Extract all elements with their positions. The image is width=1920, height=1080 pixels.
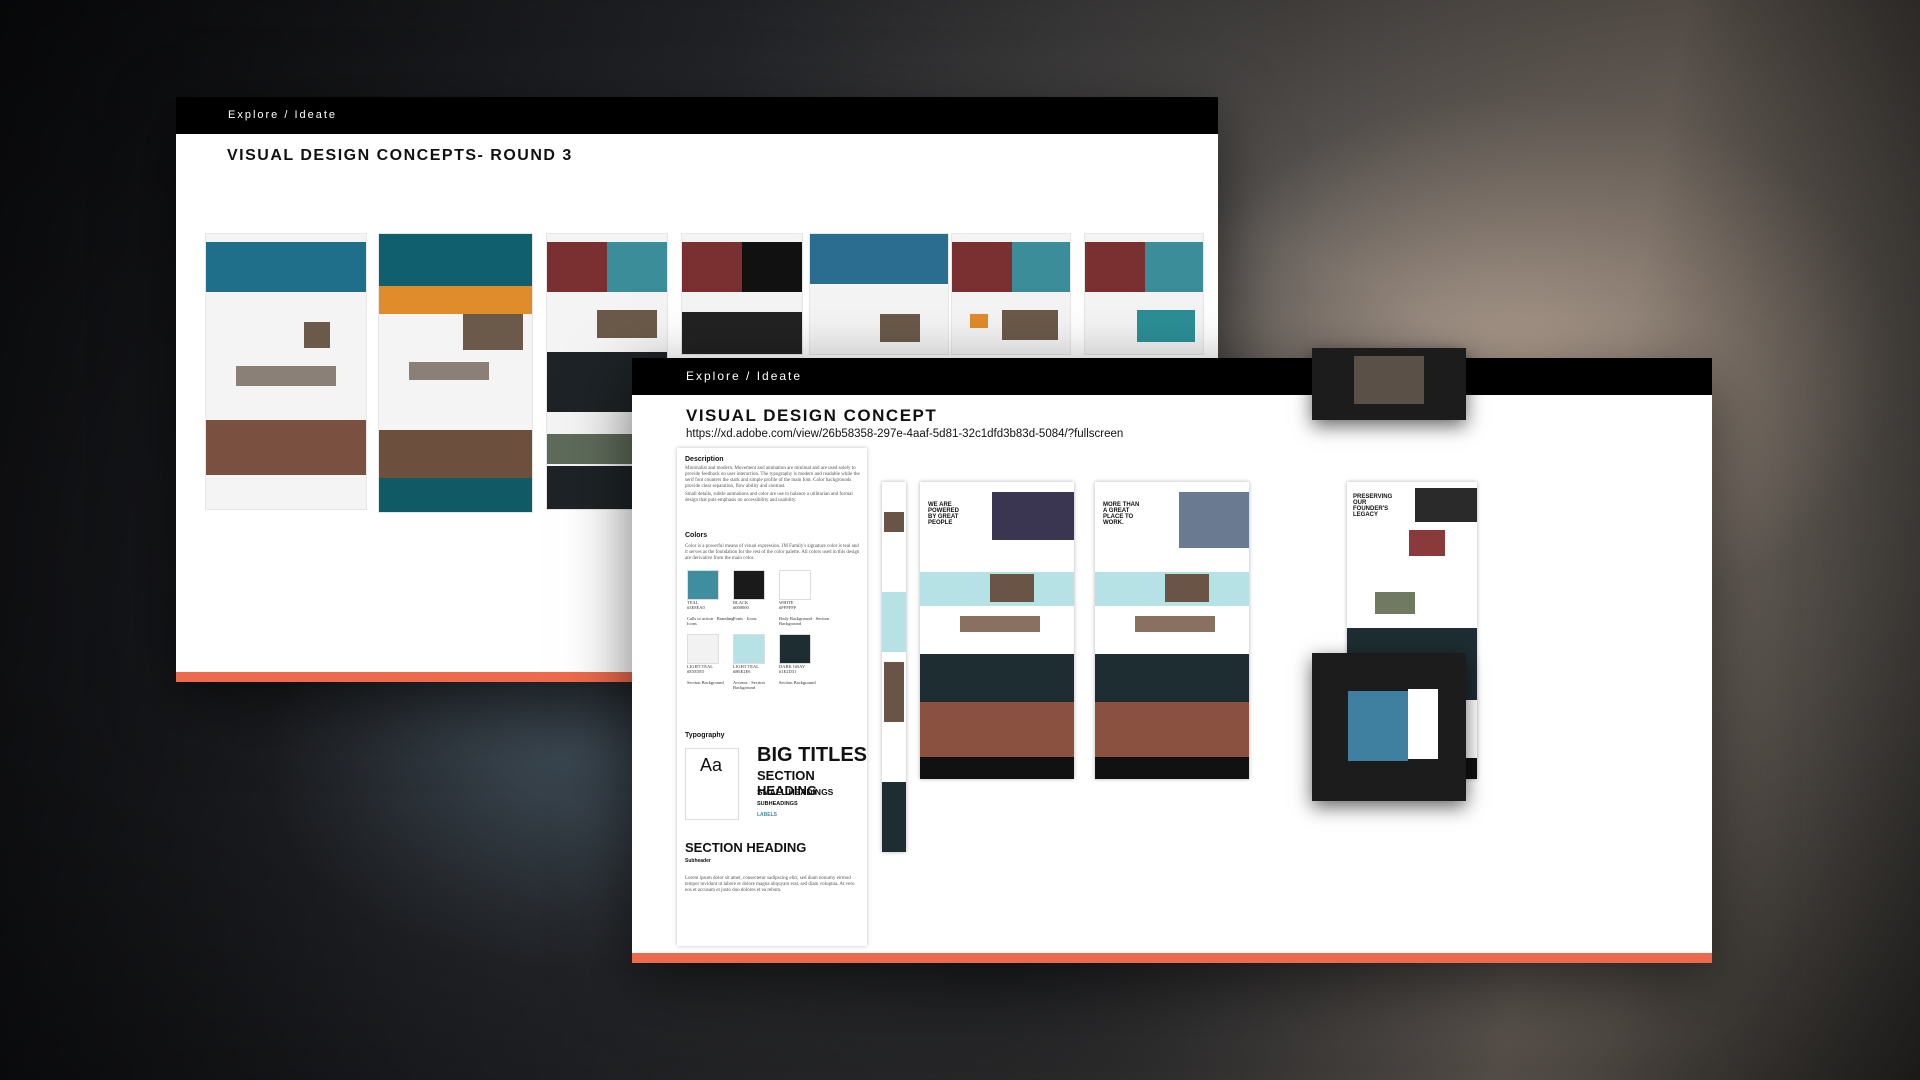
swatch-hex: #E5E5E5 xyxy=(687,669,705,674)
thumbnail-photo xyxy=(1085,242,1145,292)
swatch-hex: #3E8EA0 xyxy=(687,605,705,610)
zoom-photo xyxy=(1348,691,1408,761)
thumbnail-hero xyxy=(206,242,366,292)
subheader: Subheader xyxy=(685,858,711,864)
type-specimen-glyph: Aa xyxy=(700,755,723,775)
mockup-companies-section xyxy=(1095,654,1249,702)
thumbnail-photo xyxy=(463,314,523,350)
concept-thumbnail[interactable] xyxy=(951,233,1071,355)
thumbnail-hero xyxy=(379,234,532,294)
color-swatch-dark-gray xyxy=(779,634,811,664)
thumbnail-photo xyxy=(1137,310,1195,342)
swatch-uses: Calls to action · Branding Icons xyxy=(687,616,734,626)
accent-bar xyxy=(632,953,1712,963)
swatch-uses: Accents · Section Background xyxy=(733,680,765,690)
mockup-hero-photo xyxy=(1415,488,1477,522)
concept-thumbnail[interactable] xyxy=(809,233,949,355)
mockup-headline: MORE THAN A GREAT PLACE TO WORK. xyxy=(1103,502,1140,526)
slide-title: VISUAL DESIGN CONCEPTS- ROUND 3 xyxy=(227,147,573,164)
mockup-photo xyxy=(1375,592,1415,614)
color-swatch-light-gray xyxy=(687,634,719,664)
sample-small-headings: SMALL HEADINGS xyxy=(757,787,834,797)
mockup-photo xyxy=(990,574,1034,602)
mockup-footer xyxy=(1095,757,1249,779)
mockup-news-photos xyxy=(1135,616,1215,632)
breadcrumb: Explore / Ideate xyxy=(632,358,1712,395)
thumbnail-photo xyxy=(952,242,1012,292)
visual-design-concept-slide: Explore / Ideate VISUAL DESIGN CONCEPT h… xyxy=(632,348,1712,963)
description-text: Minimalist and modern. Movement and anim… xyxy=(685,466,860,489)
thumbnail-photo xyxy=(597,310,657,338)
zoom-photo-card[interactable] xyxy=(1312,653,1466,801)
type-specimen: Aa xyxy=(685,748,739,820)
swatch-hex: #000000 xyxy=(733,605,749,610)
thumbnail-hero xyxy=(810,234,948,284)
mockup-hero-photo xyxy=(1179,492,1249,548)
thumbnail-hero-band xyxy=(379,286,532,314)
thumbnail-footer xyxy=(379,478,532,512)
swatch-uses: Section Background xyxy=(687,680,724,685)
thumbnail-dark-section xyxy=(682,312,802,354)
thumbnail-photo xyxy=(379,430,532,478)
mockup-companies-section xyxy=(920,654,1074,702)
mobile-mockup[interactable] xyxy=(882,482,906,852)
mockup-teal-section xyxy=(882,592,906,652)
color-swatch-light-teal xyxy=(733,634,765,664)
thumbnail-photo xyxy=(409,362,489,380)
thumbnail-photo xyxy=(682,242,742,292)
mockup-photo-grid xyxy=(920,702,1074,757)
mockup-photo xyxy=(1165,574,1209,602)
sample-labels: LABELS xyxy=(757,812,777,818)
prototype-link[interactable]: https://xd.adobe.com/view/26b58358-297e-… xyxy=(686,428,1123,440)
description-heading: Description xyxy=(685,456,724,463)
mockup-photo xyxy=(884,512,904,532)
swatch-uses: Body Background · Section Background xyxy=(779,616,830,626)
mockup-hero-photo xyxy=(992,492,1074,540)
thumbnail-accent xyxy=(970,314,988,328)
sample-big-titles: BIG TITLES xyxy=(757,744,867,766)
mockup-news-photos xyxy=(960,616,1040,632)
homepage-mockup-2[interactable]: MORE THAN A GREAT PLACE TO WORK. xyxy=(1095,482,1249,779)
section-heading: SECTION HEADING xyxy=(685,840,807,855)
swatch-hex: #FFFFFF xyxy=(779,605,797,610)
thumbnail-photo xyxy=(206,420,366,475)
thumbnail-photo xyxy=(1002,310,1058,340)
mockup-headline: PRESERVING OUR FOUNDER'S LEGACY xyxy=(1353,494,1393,518)
thumbnail-photo xyxy=(236,366,336,386)
mockup-photo xyxy=(884,662,904,722)
thumbnail-photo xyxy=(547,242,607,292)
zoom-hero-card[interactable] xyxy=(1312,348,1466,420)
mockup-photo-grid xyxy=(1095,702,1249,757)
sample-subheadings: SUBHEADINGS xyxy=(757,801,798,807)
color-swatch-teal xyxy=(687,570,719,600)
body-sample: Lorem ipsum dolor sit amet, consectetur … xyxy=(685,876,855,893)
breadcrumb: Explore / Ideate xyxy=(176,97,1218,134)
homepage-mockup-1[interactable]: WE ARE POWERED BY GREAT PEOPLE xyxy=(920,482,1074,779)
thumbnail-photo xyxy=(880,314,920,342)
swatch-hex: #1E2D31 xyxy=(779,669,797,674)
zoom-photo xyxy=(1354,356,1424,404)
thumbnail-photo xyxy=(304,322,330,348)
concept-thumbnail[interactable] xyxy=(1084,233,1204,355)
colors-description: Color is a powerful means of visual expr… xyxy=(685,544,860,561)
zoom-panel xyxy=(1408,689,1438,759)
swatch-uses: Fonts · Icons xyxy=(733,616,757,621)
style-guide-panel: Description Minimalist and modern. Movem… xyxy=(677,448,867,946)
mockup-footer xyxy=(882,782,906,852)
swatch-uses: Section Background xyxy=(779,680,816,685)
description-text: Small details, subtle animations and col… xyxy=(685,492,853,503)
concept-thumbnail[interactable] xyxy=(205,233,367,510)
swatch-hex: #B6E2E6 xyxy=(733,669,751,674)
mockup-photo xyxy=(1409,530,1445,556)
colors-heading: Colors xyxy=(685,532,708,539)
mockup-headline: WE ARE POWERED BY GREAT PEOPLE xyxy=(928,502,960,526)
typography-heading: Typography xyxy=(685,732,725,739)
concept-thumbnail[interactable] xyxy=(378,233,533,513)
color-swatch-black xyxy=(733,570,765,600)
color-swatch-white xyxy=(779,570,811,600)
concept-thumbnail[interactable] xyxy=(681,233,803,355)
mockup-footer xyxy=(920,757,1074,779)
slide-title: VISUAL DESIGN CONCEPT xyxy=(686,406,938,425)
